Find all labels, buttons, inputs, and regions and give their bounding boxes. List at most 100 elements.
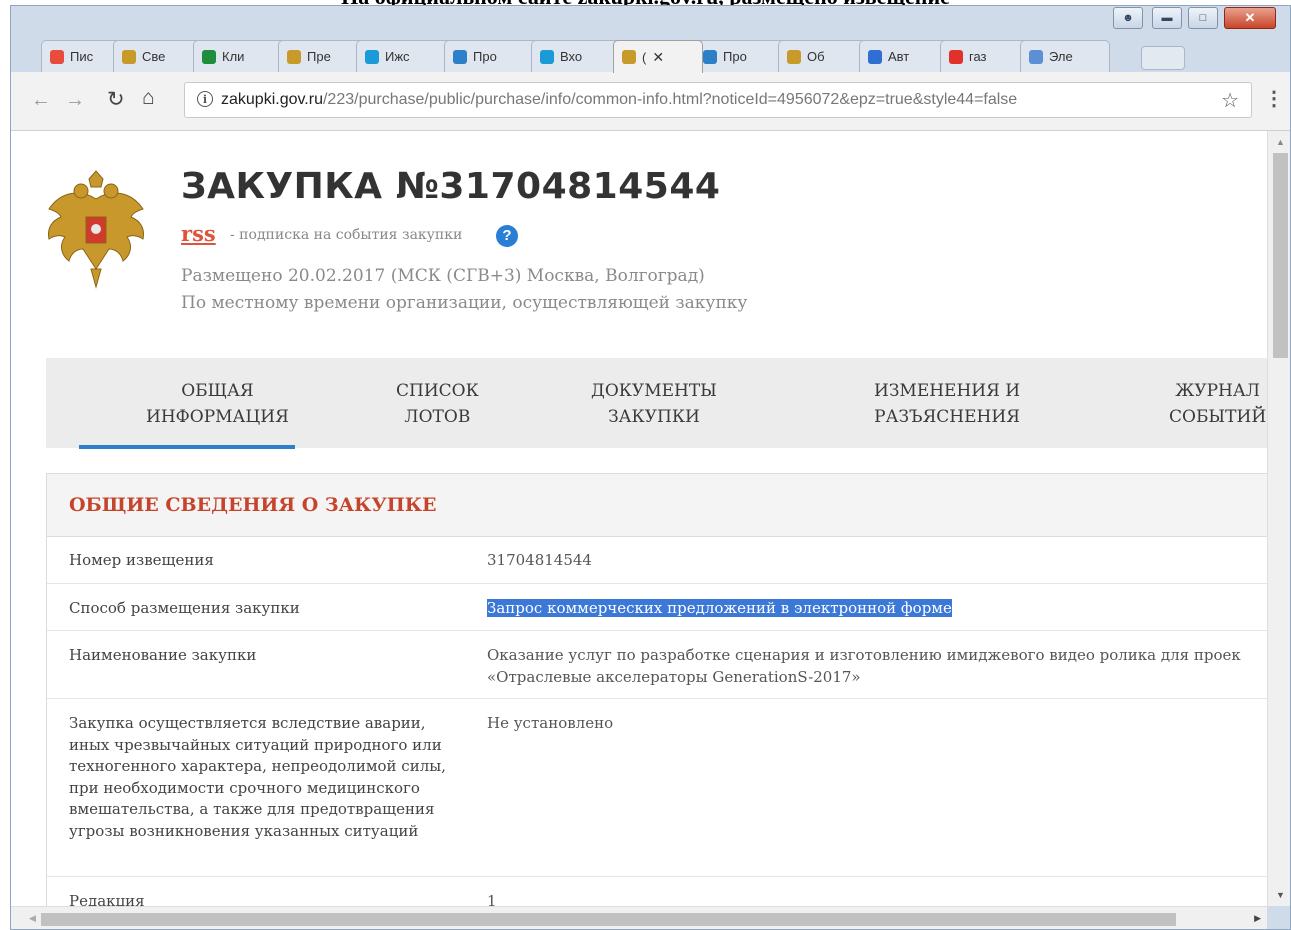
row-label: Наименование закупки <box>69 646 257 664</box>
row-value-selected[interactable]: Запрос коммерческих предложений в электр… <box>487 599 952 617</box>
tab-label-line1: ЖУРНАЛ <box>1175 381 1260 401</box>
gmail-icon <box>50 49 64 64</box>
rss-link[interactable]: rss <box>181 221 216 246</box>
address-bar[interactable]: i zakupki.gov.ru/223/purchase/public/pur… <box>184 82 1252 118</box>
page-tab-nav: ОБЩАЯ ИНФОРМАЦИЯ СПИСОК ЛОТОВ ДОКУМЕНТЫ … <box>46 358 1267 448</box>
tab-label-line2: СОБЫТИЙ <box>1169 407 1267 427</box>
scroll-down-arrow-icon[interactable]: ▼ <box>1276 890 1285 900</box>
tab-strip: Пис Све Кли Пре Ижс Про Вхо(✕ Про Об Авт газ Эле <box>41 40 1185 73</box>
tab-label-line2: ИНФОРМАЦИЯ <box>146 407 289 427</box>
tab-label-line1: ИЗМЕНЕНИЯ И <box>874 381 1021 401</box>
table-row: Закупка осуществляется вследствие аварии… <box>47 699 1267 877</box>
browser-tab[interactable]: Кли <box>193 40 286 72</box>
emblem-icon <box>787 49 801 64</box>
yandex-icon <box>949 49 963 64</box>
url-text[interactable]: zakupki.gov.ru/223/purchase/public/purch… <box>221 91 1017 109</box>
row-value: 31704814544 <box>487 551 592 569</box>
emblem-icon <box>287 49 301 64</box>
row-value-line2: «Отраслевые акселераторы GenerationS-201… <box>487 667 861 686</box>
close-icon: ✕ <box>1244 10 1256 25</box>
browser-menu-icon[interactable]: ⋮ <box>1264 86 1284 111</box>
browser-tab[interactable]: газ <box>940 40 1028 72</box>
vertical-scroll-thumb[interactable] <box>1273 153 1288 358</box>
maximize-button[interactable]: □ <box>1188 7 1218 29</box>
row-value: Оказание услуг по разработке сценария и … <box>487 646 1241 664</box>
table-row: Номер извещения 31704814544 <box>47 536 1267 584</box>
new-tab-button[interactable] <box>1141 46 1185 70</box>
back-arrow-icon[interactable]: ← <box>31 89 51 112</box>
minimize-button[interactable]: ▬ <box>1152 7 1182 29</box>
vertical-scrollbar[interactable]: ▲ ▼ <box>1267 131 1290 906</box>
tab-event-log[interactable]: ЖУРНАЛ СОБЫТИЙ <box>1169 378 1266 430</box>
tab-label: Эле <box>1049 49 1073 64</box>
mail-icon <box>365 49 379 64</box>
user-icon: ☻ <box>1122 12 1134 24</box>
help-icon[interactable]: ? <box>496 225 518 247</box>
section-header: ОБЩИЕ СВЕДЕНИЯ О ЗАКУПКЕ <box>47 474 1267 537</box>
browser-tab[interactable]: Пис <box>41 40 121 72</box>
browser-tab[interactable]: Све <box>113 40 201 72</box>
horizontal-scroll-thumb[interactable] <box>41 913 1176 926</box>
url-host: zakupki.gov.ru <box>221 91 323 108</box>
tab-label: Све <box>142 49 166 64</box>
page-title: ЗАКУПКА №31704814544 <box>181 166 721 207</box>
drop-icon <box>868 49 882 64</box>
tab-label: Авт <box>888 49 910 64</box>
row-value: Не установлено <box>487 714 614 732</box>
tab-label: Кли <box>222 49 245 64</box>
row-label: Номер извещения <box>69 551 214 569</box>
scroll-right-arrow-icon[interactable]: ▶ <box>1254 913 1261 924</box>
globe-icon <box>453 49 467 64</box>
browser-window: ☻ ▬ □ ✕ Пис Све Кли Пре Ижс Про Вхо(✕ Про Об Авт г… <box>10 5 1291 930</box>
tab-label-line1: СПИСОК <box>396 381 479 401</box>
tab-label: Об <box>807 49 825 64</box>
tab-label: газ <box>969 49 987 64</box>
tab-label-line2: ЛОТОВ <box>404 407 471 427</box>
browser-tab[interactable]: (✕ <box>613 40 703 73</box>
browser-tab[interactable]: Про <box>444 40 539 72</box>
scroll-up-arrow-icon[interactable]: ▲ <box>1276 137 1285 147</box>
page-content: ЗАКУПКА №31704814544 rss - подписка на с… <box>11 131 1267 906</box>
tab-label: Вхо <box>560 49 583 64</box>
active-tab-indicator <box>79 445 295 449</box>
tab-lots-list[interactable]: СПИСОК ЛОТОВ <box>396 378 479 430</box>
browser-tab[interactable]: Ижс <box>356 40 452 72</box>
close-tab-icon[interactable]: ✕ <box>652 49 664 66</box>
emblem-icon <box>122 49 136 64</box>
home-icon[interactable]: ⌂ <box>142 86 155 110</box>
browser-tab[interactable]: Пре <box>278 40 364 72</box>
sheet-icon <box>202 49 216 64</box>
tab-changes-clarifications[interactable]: ИЗМЕНЕНИЯ И РАЗЪЯСНЕНИЯ <box>874 378 1020 430</box>
reload-icon[interactable]: ↻ <box>107 87 125 112</box>
row-value: 1 <box>487 892 497 906</box>
close-window-button[interactable]: ✕ <box>1224 7 1276 29</box>
tab-label: Про <box>723 49 747 64</box>
tab-label-line2: ЗАКУПКИ <box>608 407 700 427</box>
row-label: Способ размещения закупки <box>69 599 300 617</box>
mail-icon <box>540 49 554 64</box>
browser-tab[interactable]: Об <box>778 40 867 72</box>
table-row: Редакция 1 <box>47 877 1267 906</box>
tab-label-line2: РАЗЪЯСНЕНИЯ <box>874 407 1020 427</box>
browser-tab[interactable]: Про <box>694 40 786 72</box>
info-icon[interactable]: i <box>197 91 213 107</box>
bookmark-star-icon[interactable]: ☆ <box>1221 88 1239 113</box>
table-row: Наименование закупки Оказание услуг по р… <box>47 631 1267 699</box>
horizontal-scrollbar[interactable]: ◀ ▶ <box>11 906 1267 929</box>
url-path: /223/purchase/public/purchase/info/commo… <box>322 91 1018 108</box>
tab-label: ( <box>642 49 647 65</box>
user-profile-button[interactable]: ☻ <box>1113 7 1143 29</box>
local-time-note: По местному времени организации, осущест… <box>181 293 748 313</box>
scroll-left-arrow-icon[interactable]: ◀ <box>29 913 36 924</box>
row-value-wrap: Запрос коммерческих предложений в электр… <box>487 598 1267 620</box>
maximize-icon: □ <box>1199 12 1207 24</box>
general-info-section: ОБЩИЕ СВЕДЕНИЯ О ЗАКУПКЕ Номер извещения… <box>46 473 1267 906</box>
rss-subscription-text: - подписка на события закупки <box>230 227 463 243</box>
tab-general-info[interactable]: ОБЩАЯ ИНФОРМАЦИЯ <box>146 378 289 430</box>
tab-purchase-documents[interactable]: ДОКУМЕНТЫ ЗАКУПКИ <box>591 378 717 430</box>
minimize-icon: ▬ <box>1161 12 1173 24</box>
forward-arrow-icon[interactable]: → <box>65 89 85 112</box>
browser-tab[interactable]: Эле <box>1020 40 1110 72</box>
browser-tab[interactable]: Авт <box>859 40 948 72</box>
browser-tab[interactable]: Вхо <box>531 40 621 72</box>
